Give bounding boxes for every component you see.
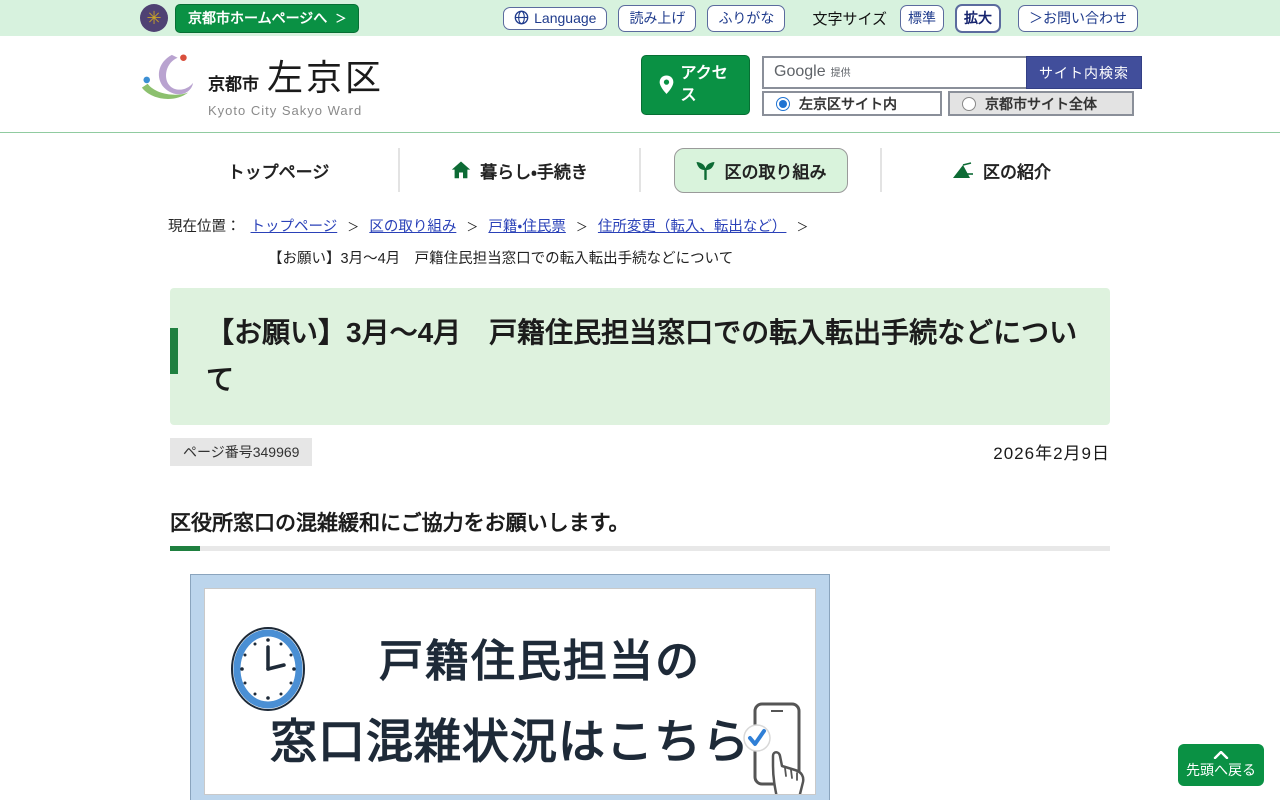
logo-city-label: 京都市 [208,75,259,94]
search-scope-ward-option[interactable]: 左京区サイト内 [762,91,942,116]
breadcrumb-link-initiatives[interactable]: 区の取り組み [369,219,456,235]
breadcrumb-link-address-change[interactable]: 住所変更（転入、転出など） [598,219,787,235]
breadcrumb-label: 現在位置： [168,219,241,235]
logo-ward-en-label: Kyoto City Sakyo Ward [208,103,363,118]
nav-living-procedures-label: 暮らし・手続き [480,162,588,182]
language-button[interactable]: Language [503,6,608,30]
read-aloud-label: 読み上げ [629,9,686,26]
language-label: Language [534,9,597,26]
section-rule [170,545,1110,551]
radio-selected-icon [776,96,790,111]
banner-line2: 窓口混雑状況はこちら [270,714,750,768]
main-content: 【お願い】3月～4月 戸籍住民担当窓口での転入転出手続などについて ページ番号3… [170,287,1110,800]
breadcrumb: 現在位置： トップページ ＞ 区の取り組み ＞ 戸籍・住民票 ＞ 住所変更（転入… [168,217,1110,271]
site-logo-link[interactable]: 京都市 左京区 Kyoto City Sakyo Ward [139,49,384,118]
globe-icon [514,10,529,25]
section-heading: 区役所窓口の混雑緩和にご協力をお願いします。 [170,511,630,535]
furigana-label: ふりがな [718,9,775,26]
logo-ward-label: 左京区 [267,57,385,98]
breadcrumb-separator: ＞ [796,220,809,234]
nav-ward-initiatives[interactable]: 区の取り組み [673,147,848,193]
breadcrumb-separator: ＞ [347,220,360,234]
site-search: Google 提供 サイト内検索 左京区サイト内 京都市サイト全体 [762,56,1142,116]
search-submit-button[interactable]: サイト内検索 [1026,56,1142,89]
furigana-button[interactable]: ふりがな [707,4,786,32]
sakyo-ward-logo-icon [141,54,194,99]
font-large-button[interactable]: 拡大 [955,3,1001,33]
breadcrumb-separator: ＞ [466,220,479,234]
radio-unselected-icon [962,96,976,111]
kyoto-city-emblem-icon: ✳ [140,4,168,32]
utility-bar: ✳ 京都市ホームページへ ＞ Language 読み上げ ふりがな 文字サイズ … [0,0,1280,36]
publish-date: 2026年2月9日 [993,444,1110,464]
nav-ward-introduction-label: 区の紹介 [983,162,1051,182]
nav-ward-introduction[interactable]: 区の紹介 [938,149,1065,192]
breadcrumb-link-top[interactable]: トップページ [251,219,338,235]
site-header: 京都市 左京区 Kyoto City Sakyo Ward アクセス Googl… [0,36,1280,133]
search-scope-ward-label: 左京区サイト内 [799,95,897,112]
search-submit-label: サイト内検索 [1039,64,1129,81]
map-pin-icon [659,75,673,94]
search-provided-label: 提供 [830,68,851,79]
access-label: アクセス [680,64,728,104]
contact-button[interactable]: ＞お問い合わせ [1018,4,1138,32]
nav-top-page[interactable]: トップページ [214,149,344,192]
page-title: 【お願い】3月～4月 戸籍住民担当窓口での転入転出手続などについて [206,316,1078,395]
page-title-block: 【お願い】3月～4月 戸籍住民担当窓口での転入転出手続などについて [170,287,1110,425]
breadcrumb-current: 【お願い】3月～4月 戸籍住民担当窓口での転入転出手続などについて [268,250,734,267]
nav-top-page-label: トップページ [227,162,330,182]
back-to-top-button[interactable]: 先頭へ戻る [1178,744,1264,786]
smartphone-tap-icon [743,702,805,794]
read-aloud-button[interactable]: 読み上げ [618,4,697,32]
back-to-top-label: 先頭へ戻る [1186,761,1256,778]
kyoto-home-label: 京都市ホームページへ [188,9,328,26]
search-input[interactable]: Google 提供 [762,56,1026,89]
access-button[interactable]: アクセス [641,55,750,115]
banner-text: 戸籍住民担当の 窓口混雑状況はこちら [205,625,815,772]
seedling-icon [696,161,714,180]
font-size-label: 文字サイズ [812,10,887,28]
search-scope-city-label: 京都市サイト全体 [985,95,1097,112]
breadcrumb-link-koseki[interactable]: 戸籍・住民票 [488,219,565,235]
breadcrumb-separator: ＞ [575,220,588,234]
mountain-flag-icon [953,161,973,178]
nav-ward-initiatives-label: 区の取り組み [724,162,827,182]
search-scope-city-option[interactable]: 京都市サイト全体 [948,91,1134,116]
congestion-status-banner-link[interactable]: 戸籍住民担当の 窓口混雑状況はこちら [190,573,830,800]
font-large-label: 拡大 [964,9,992,26]
nav-living-procedures[interactable]: 暮らし・手続き [437,149,602,192]
chevron-up-icon [1213,750,1229,759]
kyoto-home-button[interactable]: 京都市ホームページへ ＞ [175,3,360,33]
page-number-badge: ページ番号349969 [170,437,313,466]
contact-label: ＞お問い合わせ [1029,9,1127,26]
chevron-right-icon: ＞ [335,12,347,25]
home-icon [451,161,471,179]
search-engine-label: Google [774,63,826,80]
font-standard-label: 標準 [908,9,936,26]
global-nav: トップページ 暮らし・手続き 区の取り組み 区の紹介 [159,144,1121,196]
title-accent-bar [170,327,178,374]
banner-line1: 戸籍住民担当の [379,636,701,686]
font-standard-button[interactable]: 標準 [900,4,944,32]
